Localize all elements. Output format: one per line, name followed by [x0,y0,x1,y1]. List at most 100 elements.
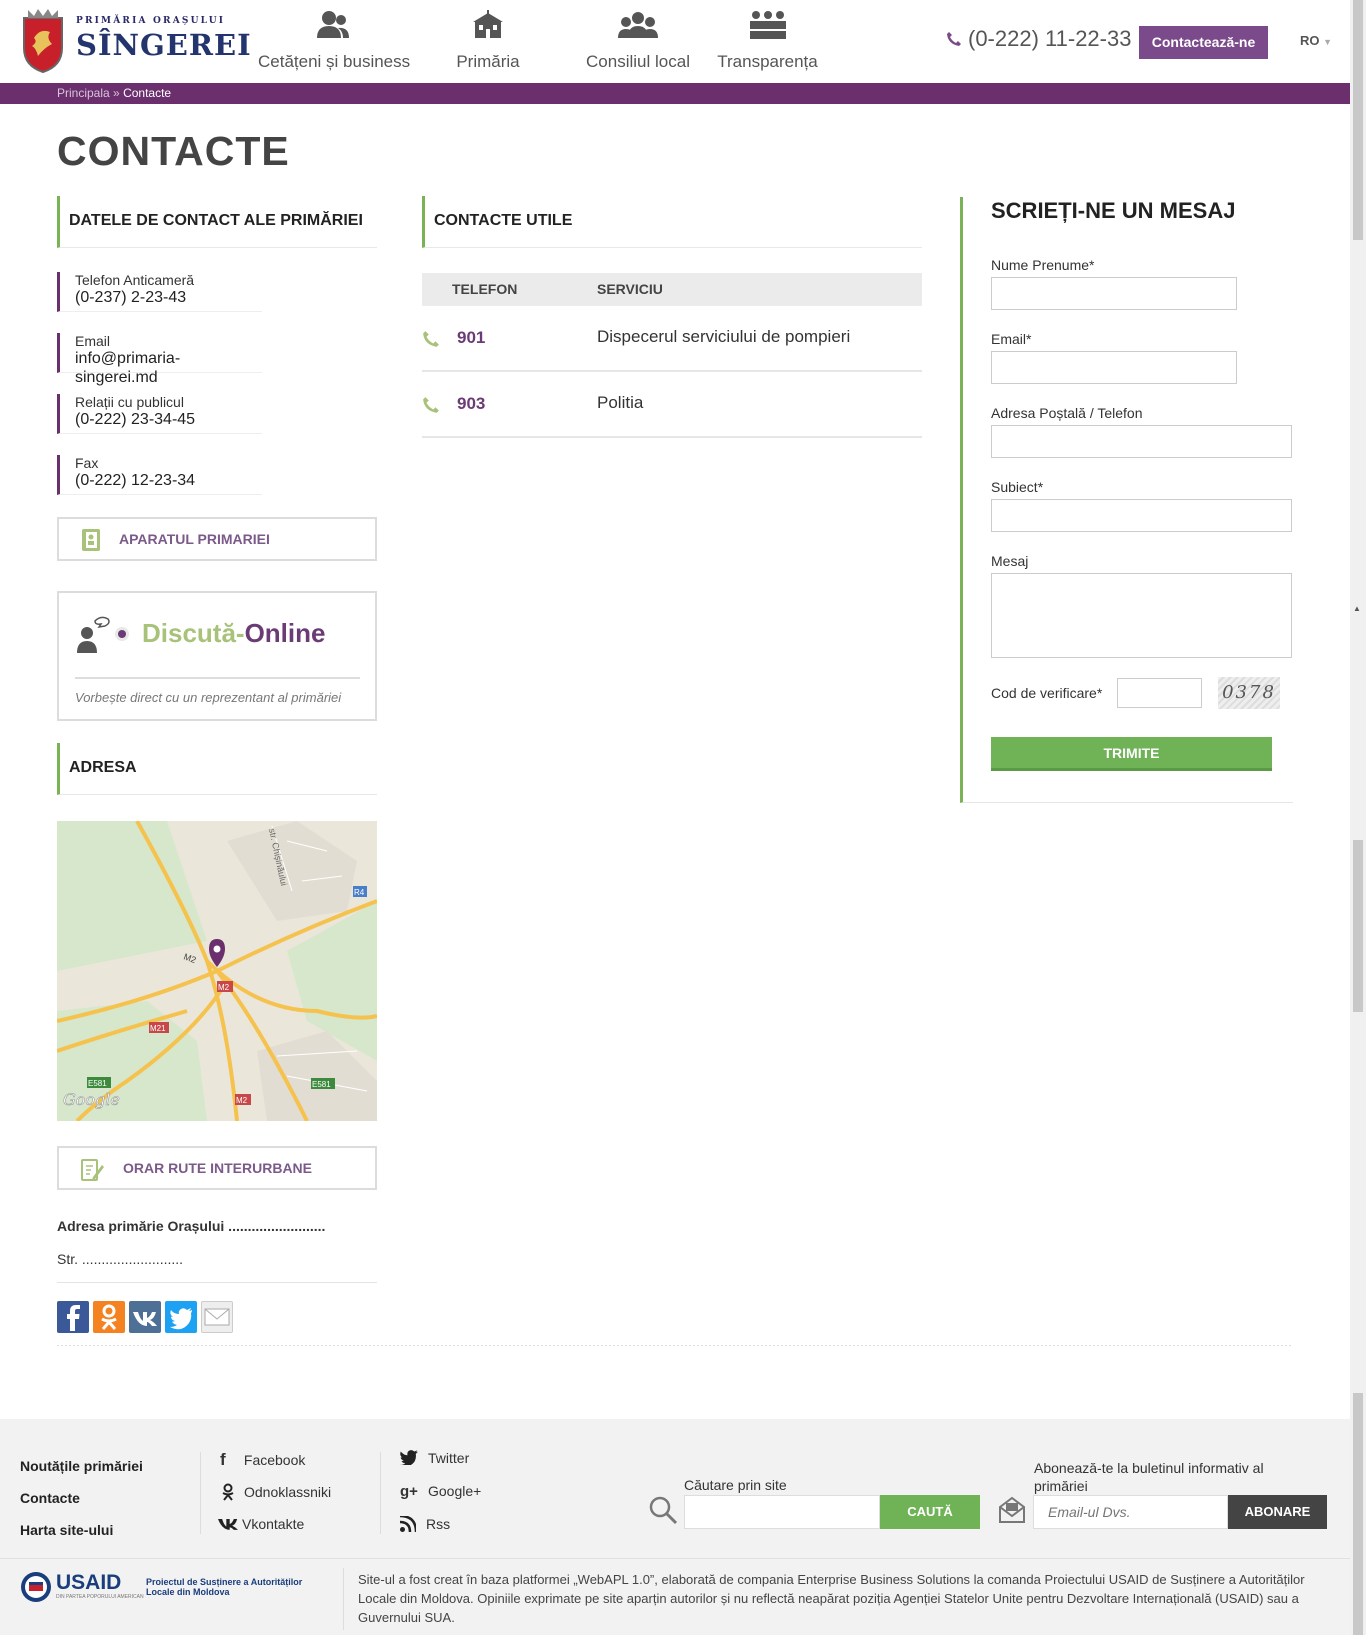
project-name: Proiectul de Susținere a Autorităților L… [146,1577,303,1597]
newsletter-email-input[interactable] [1033,1495,1228,1529]
contact-us-button[interactable]: Contactează-ne [1139,26,1268,59]
nav-label: Consiliul local [586,52,690,71]
map-road-e581-badge: E581 [88,1079,107,1088]
breadcrumb-separator: » [113,86,120,100]
captcha-input[interactable] [1117,678,1202,708]
footer-odnoklassniki-link[interactable]: Odnoklassniki [220,1483,331,1501]
column-header-service: SERVICIU [597,281,663,297]
search-icon [649,1496,678,1525]
contact-value[interactable]: (0-237) 2-23-43 [75,288,262,307]
breadcrumb-home[interactable]: Principala [57,86,110,100]
language-selector[interactable]: RO ▼ [1300,33,1332,48]
usaid-seal-icon [21,1572,51,1602]
nav-label: Transparența [717,52,818,71]
map-road-r4-label: R4 [354,888,365,897]
email-label: Email* [991,331,1032,347]
edit-notes-icon [81,1159,104,1181]
logo-city-name: SÎNGEREI [76,28,252,62]
aparat-button-label: APARATUL PRIMARIEI [119,531,270,547]
header-phone[interactable]: (0-222) 11-22-33 [946,26,1131,52]
map-road-m2-badge: M2 [236,1096,248,1105]
address-book-icon [82,529,100,551]
table-row: 901 Dispecerul serviciului de pompieri [422,306,922,372]
contact-value[interactable]: info@primaria-singerei.md [75,349,215,387]
section-title-contact-data: DATELE DE CONTACT ALE PRIMĂRIEI [57,196,377,248]
submit-button[interactable]: TRIMITE [991,737,1272,771]
share-email-icon[interactable] [201,1301,233,1333]
footer-googleplus-link[interactable]: g+ Google+ [400,1483,481,1500]
footer-divider [343,1568,344,1630]
nav-primaria[interactable]: Primăria [438,0,538,83]
footer-link-sitemap[interactable]: Harta site-ului [20,1522,113,1538]
footer-vkontakte-link[interactable]: Vkontakte [218,1516,304,1532]
nav-cetateni[interactable]: Cetățeni și business [258,0,411,83]
content-divider [57,1345,1292,1346]
footer-rss-link[interactable]: Rss [399,1514,450,1533]
twitter-icon [400,1450,418,1467]
footer-twitter-link[interactable]: Twitter [400,1450,470,1467]
google-plus-icon: g+ [400,1483,418,1500]
location-map[interactable]: str. Chișinăului R4 M2 M2 M21 E581 E581 … [57,821,377,1121]
online-chat-box[interactable]: Discută-Online Vorbește direct cu un rep… [57,591,377,721]
status-dot-icon [115,627,129,641]
table-cell-phone[interactable]: 903 [457,394,485,414]
nav-transparenta[interactable]: Transparența [715,0,820,83]
scrollbar-thumb[interactable] [1353,0,1363,240]
address-label: Adresa Poștală / Telefon [991,405,1143,421]
language-code: RO [1300,33,1320,48]
share-odnoklassniki-icon[interactable] [93,1301,125,1333]
map-road-m2-badge: M2 [218,983,230,992]
scroll-arrow-icon[interactable]: ▲ [1353,604,1361,613]
section-title-useful-contacts: CONTACTE UTILE [422,196,922,248]
search-label: Căutare prin site [684,1477,787,1493]
table-cell-service: Politia [597,393,644,412]
map-graphic: str. Chișinăului R4 M2 M2 M21 E581 E581 … [57,821,377,1121]
phone-icon [423,397,439,413]
divider [57,1282,377,1283]
logo-top-text: PRIMĂRIA ORAȘULUI [76,16,226,26]
phone-icon [947,32,961,46]
nav-label: Primăria [456,52,520,71]
message-label: Mesaj [991,553,1029,569]
site-header: PRIMĂRIA ORAȘULUI SÎNGEREI Cetățeni și b… [0,0,1350,83]
phone-icon [423,331,439,347]
footer-facebook-link[interactable]: f Facebook [220,1450,305,1470]
contact-item-public-relations: Relații cu publicul (0-222) 23-34-45 [57,394,262,434]
aparat-primariei-button[interactable]: APARATUL PRIMARIEI [57,517,377,561]
users-icon [317,11,349,38]
nav-consiliul[interactable]: Consiliul local [568,0,708,83]
email-input[interactable] [991,351,1237,384]
share-vkontakte-icon[interactable] [129,1301,161,1333]
subject-input[interactable] [991,499,1292,532]
subscribe-button[interactable]: ABONARE [1228,1495,1327,1529]
site-search-input[interactable] [684,1495,880,1529]
share-twitter-icon[interactable] [165,1301,197,1333]
message-textarea[interactable] [991,573,1292,658]
usaid-wordmark: USAID [56,1571,122,1594]
table-cell-phone[interactable]: 901 [457,328,485,348]
footer-disclaimer: Site-ul a fost creat în baza platformei … [358,1572,1305,1625]
city-coat-of-arms-icon [23,9,63,74]
address-phone-input[interactable] [991,425,1292,458]
footer-link-contacts[interactable]: Contacte [20,1490,80,1506]
search-button[interactable]: CAUTĂ [880,1495,980,1529]
contact-value[interactable]: (0-222) 23-34-45 [75,410,262,429]
name-input[interactable] [991,277,1237,310]
usaid-logo[interactable]: USAID DIN PARTEA POPORULUI AMERICAN Proi… [20,1571,302,1608]
rss-icon [399,1514,418,1533]
map-road-m21-badge: M21 [150,1024,166,1033]
page-scrollbar[interactable]: ▲ [1350,0,1366,1635]
nav-label: Cetățeni și business [258,52,411,71]
footer-link-news[interactable]: Noutățile primăriei [20,1458,143,1474]
group-icon [618,12,658,38]
chat-subtitle: Vorbește direct cu un reprezentant al pr… [75,690,342,705]
scrollbar-thumb[interactable] [1353,1393,1363,1635]
address-line-2: Str. .......................... [57,1251,184,1267]
orar-rute-button[interactable]: ORAR RUTE INTERURBANE [57,1146,377,1190]
footer-social-label: Twitter [428,1450,470,1466]
section-title-address: ADRESA [57,743,377,795]
contact-label: Relații cu publicul [75,394,184,410]
share-facebook-icon[interactable] [57,1301,89,1333]
name-label: Nume Prenume* [991,257,1095,273]
scrollbar-thumb[interactable] [1353,840,1363,1012]
